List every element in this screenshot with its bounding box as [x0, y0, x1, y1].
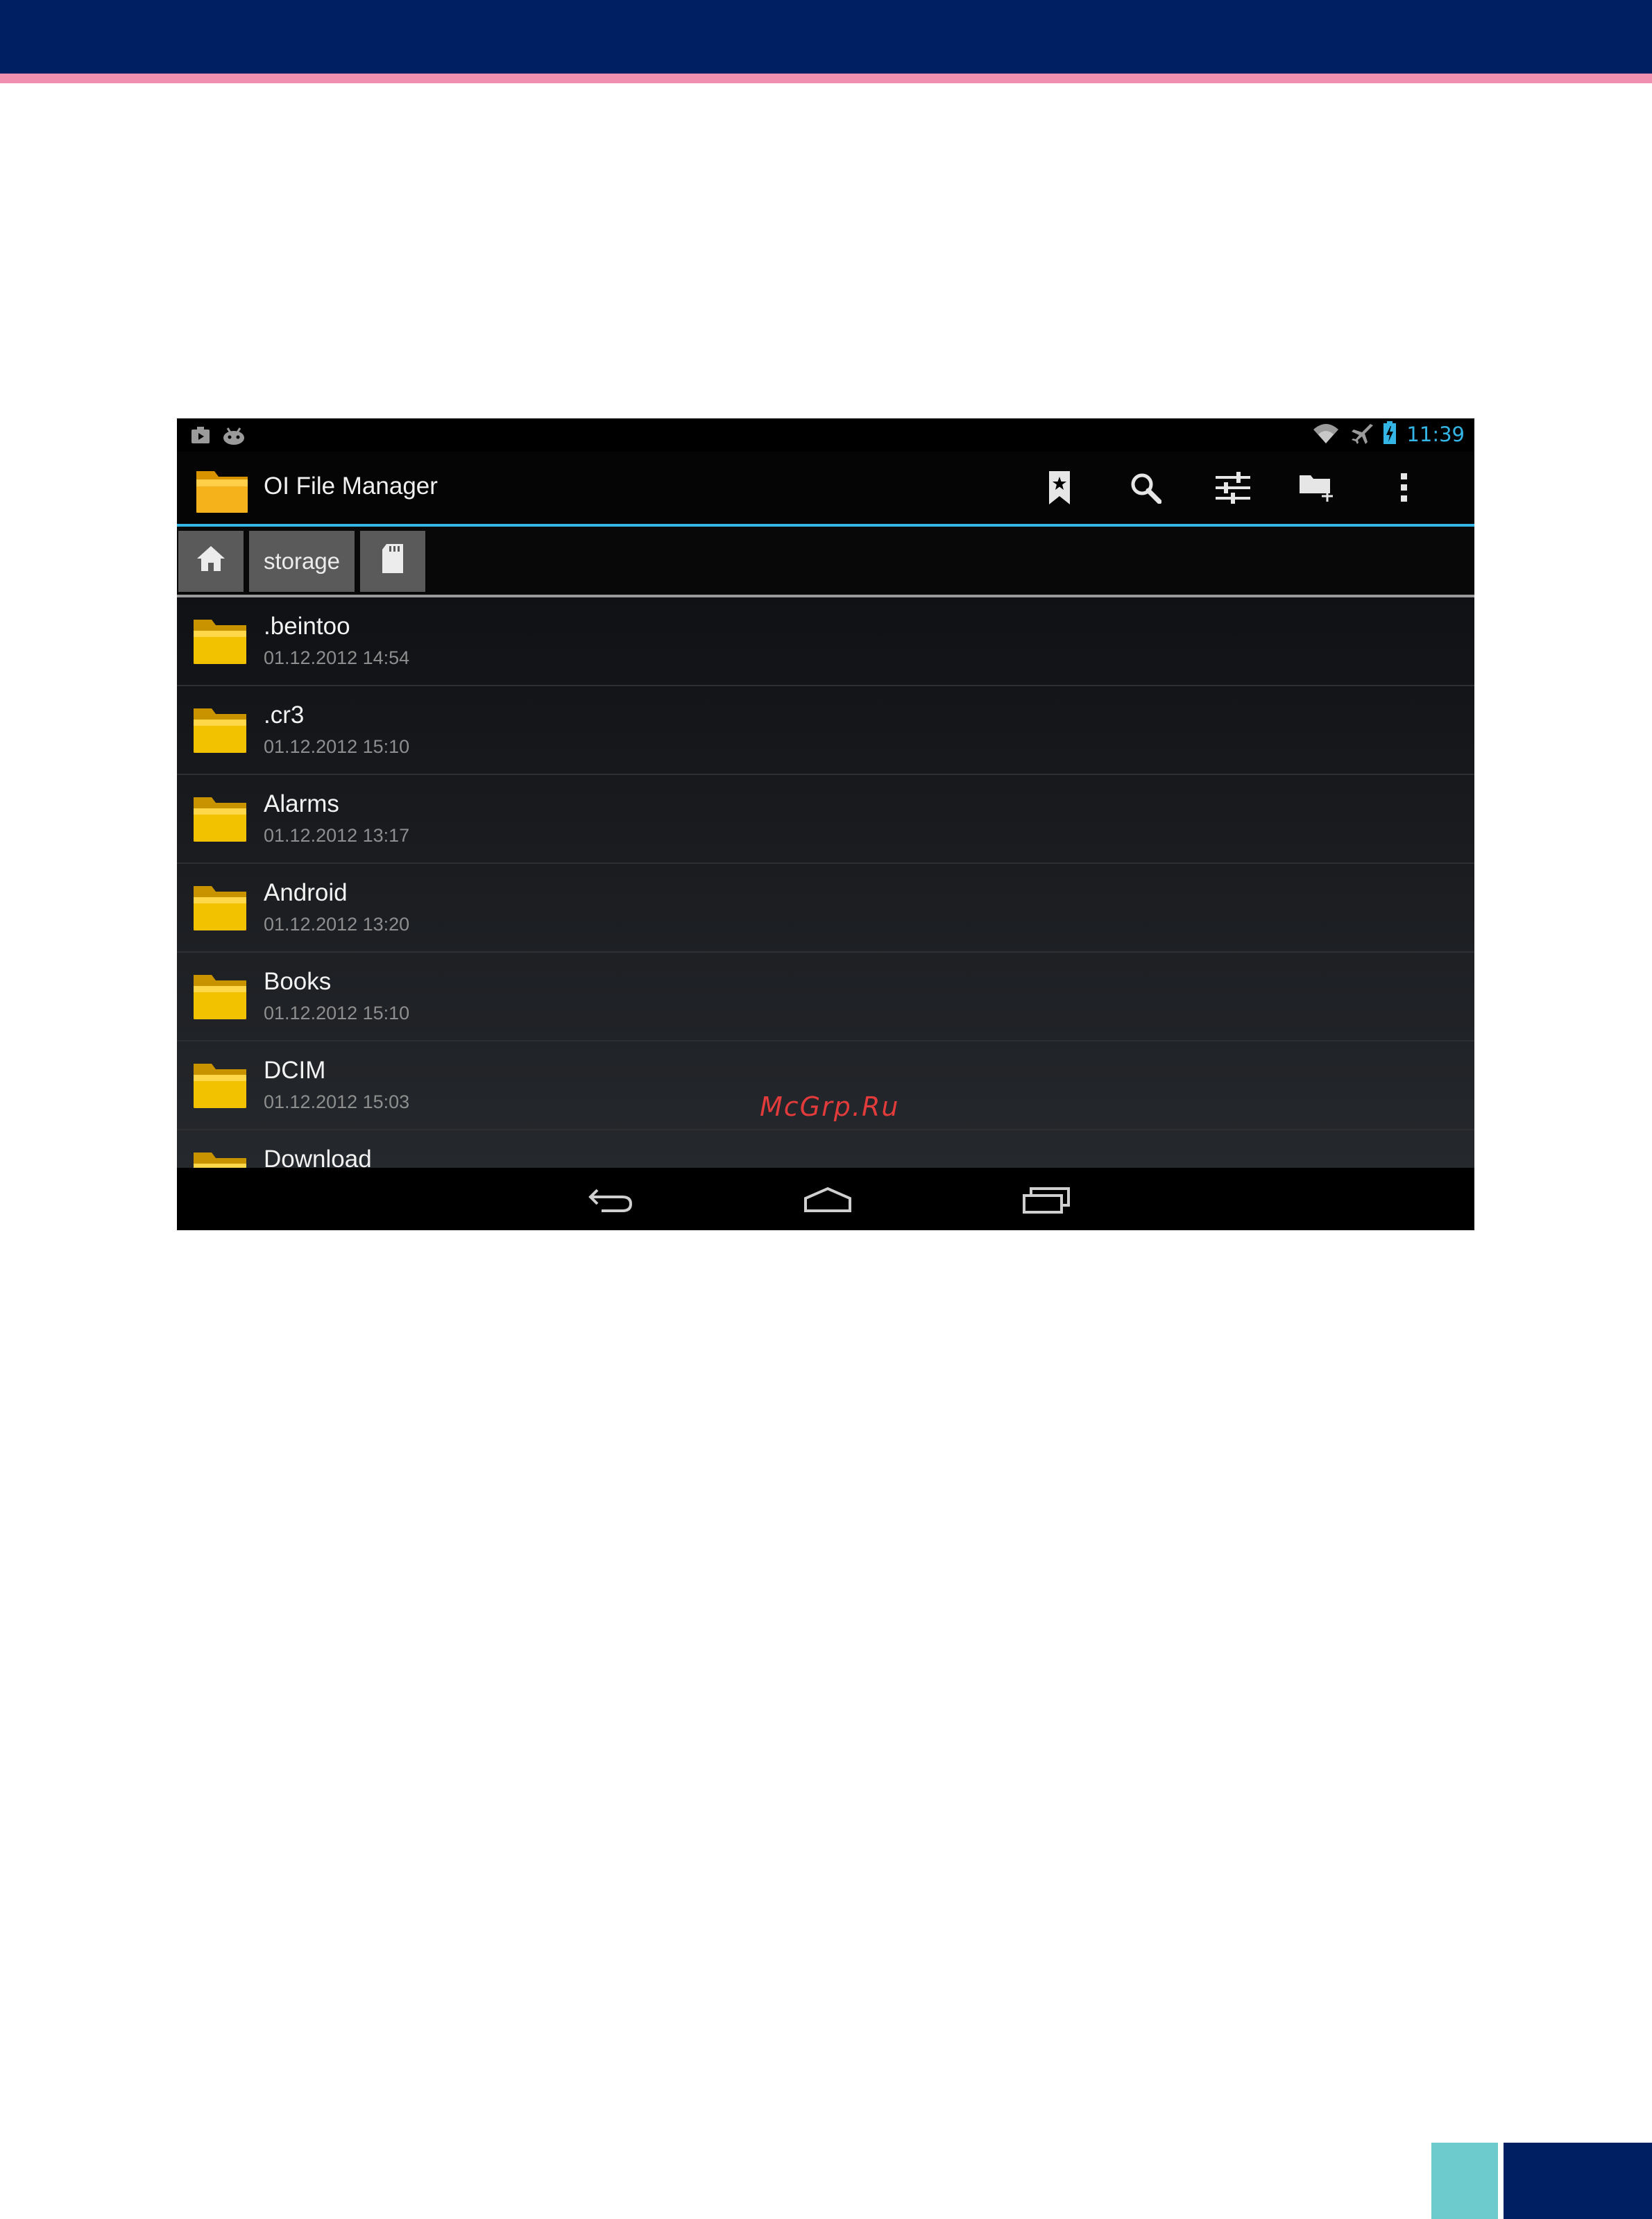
- app-title: OI File Manager: [264, 473, 438, 500]
- file-name: Android: [264, 879, 348, 906]
- breadcrumb-storage[interactable]: storage: [249, 531, 355, 592]
- device-screenshot: 11:39 OI File Manager storage .beintoo 0…: [177, 418, 1474, 1230]
- file-list: .beintoo 01.12.2012 14:54 .cr3 01.12.201…: [177, 597, 1474, 1168]
- breadcrumb-sdcard[interactable]: [360, 531, 425, 592]
- folder-icon: [192, 971, 248, 1022]
- home-nav-icon[interactable]: [797, 1180, 859, 1219]
- search-icon[interactable]: [1125, 467, 1166, 509]
- folder-icon: [192, 882, 248, 933]
- page-header-stripe: [0, 74, 1652, 83]
- home-icon: [196, 545, 226, 578]
- page-corner-navy-block: [1504, 2143, 1652, 2219]
- folder-icon: [192, 1148, 248, 1168]
- file-name: Download: [264, 1146, 372, 1168]
- list-item[interactable]: .beintoo 01.12.2012 14:54: [177, 597, 1474, 686]
- wifi-icon: [1312, 421, 1340, 448]
- bookmark-icon[interactable]: [1039, 467, 1080, 509]
- back-icon[interactable]: [579, 1180, 642, 1219]
- recent-apps-icon[interactable]: [1015, 1180, 1078, 1219]
- file-date: 01.12.2012 13:20: [264, 914, 410, 935]
- android-debug-icon: [221, 424, 246, 449]
- airplane-icon: [1349, 421, 1374, 448]
- overflow-menu-icon[interactable]: [1383, 467, 1424, 509]
- page-header-band: [0, 0, 1652, 74]
- folder-icon: [192, 1060, 248, 1111]
- camera-icon: [189, 424, 212, 449]
- action-bar: OI File Manager: [177, 452, 1474, 524]
- list-item[interactable]: Books 01.12.2012 15:10: [177, 953, 1474, 1042]
- settings-sliders-icon[interactable]: [1212, 467, 1254, 509]
- folder-icon: [192, 615, 248, 667]
- file-name: .cr3: [264, 702, 305, 729]
- folder-icon: [192, 704, 248, 756]
- status-bar: 11:39: [177, 418, 1474, 452]
- sd-card-icon: [382, 544, 403, 579]
- list-item[interactable]: .cr3 01.12.2012 15:10: [177, 686, 1474, 775]
- list-item[interactable]: Android 01.12.2012 13:20: [177, 864, 1474, 953]
- file-name: .beintoo: [264, 613, 350, 640]
- page-corner-teal-block: [1431, 2143, 1498, 2219]
- file-date: 01.12.2012 15:10: [264, 736, 410, 757]
- battery-charging-icon: [1383, 421, 1397, 448]
- file-date: 01.12.2012 13:17: [264, 825, 410, 846]
- list-item[interactable]: Download: [177, 1130, 1474, 1168]
- file-name: Alarms: [264, 790, 339, 817]
- navigation-bar: [177, 1168, 1474, 1230]
- list-item[interactable]: Alarms 01.12.2012 13:17: [177, 775, 1474, 864]
- folder-icon: [192, 793, 248, 844]
- new-folder-icon[interactable]: [1297, 467, 1338, 509]
- watermark: McGrp.Ru: [760, 1091, 900, 1122]
- status-time: 11:39: [1406, 423, 1465, 446]
- breadcrumb: storage: [177, 527, 1474, 595]
- file-name: DCIM: [264, 1057, 326, 1084]
- file-date: 01.12.2012 15:10: [264, 1003, 410, 1023]
- file-date: 01.12.2012 15:03: [264, 1091, 410, 1112]
- file-name: Books: [264, 968, 332, 995]
- file-date: 01.12.2012 14:54: [264, 647, 410, 668]
- app-folder-logo-icon[interactable]: [194, 466, 250, 516]
- breadcrumb-home[interactable]: [178, 531, 244, 592]
